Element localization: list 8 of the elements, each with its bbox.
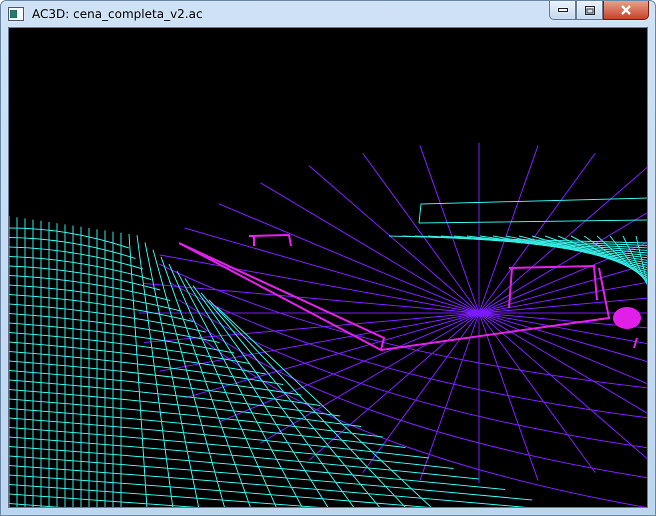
close-icon: [620, 5, 632, 15]
minimize-button[interactable]: [549, 1, 576, 20]
minimize-icon: [558, 8, 568, 12]
maximize-button[interactable]: [576, 1, 603, 20]
close-button[interactable]: [603, 1, 649, 20]
app-icon: [8, 7, 24, 21]
maximize-icon: [584, 6, 594, 14]
window-title: AC3D: cena_completa_v2.ac: [32, 7, 203, 21]
